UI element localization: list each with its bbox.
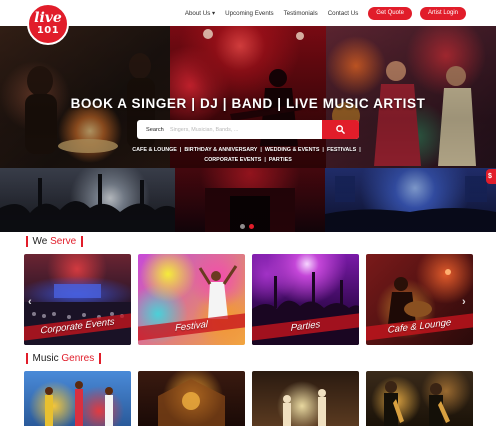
main-nav: About Us ▾ Upcoming Events Testimonials … xyxy=(185,7,466,20)
we-serve-title-part1: We xyxy=(32,236,51,247)
genre-card-classical[interactable] xyxy=(138,371,245,426)
category-corporate-events[interactable]: CORPORATE EVENTS xyxy=(204,157,261,163)
search-input[interactable] xyxy=(170,120,322,139)
card-corporate-events[interactable]: Corporate Events xyxy=(24,254,131,345)
carousel-dot-2[interactable] xyxy=(249,224,254,229)
card-festival[interactable]: Festival xyxy=(138,254,245,345)
live101-logo[interactable]: live 101 xyxy=(27,3,69,45)
carousel-next-arrow[interactable]: › xyxy=(462,296,466,308)
genre-card-theatre[interactable] xyxy=(252,371,359,426)
category-festivals[interactable]: FESTIVALS xyxy=(327,147,356,153)
logo-text-line2: 101 xyxy=(36,25,60,36)
search-label: Search xyxy=(146,126,164,133)
logo-text-line1: live xyxy=(34,10,62,26)
artist-login-button[interactable]: Artist Login xyxy=(419,7,466,20)
hero-banner: BOOK A SINGER | DJ | BAND | LIVE MUSIC A… xyxy=(0,26,496,232)
carousel-prev-arrow[interactable]: ‹ xyxy=(28,296,32,308)
music-genres-heading: Music Genres xyxy=(26,353,101,364)
temple-stage-art xyxy=(158,379,225,426)
site-header: live 101 About Us ▾ Upcoming Events Test… xyxy=(0,0,496,45)
nav-upcoming-events[interactable]: Upcoming Events xyxy=(225,10,274,17)
category-links: CAFE & LOUNGE | BIRTHDAY & ANNIVERSARY | WED… xyxy=(132,147,361,163)
carousel-dot-1[interactable] xyxy=(240,224,245,229)
category-wedding-events[interactable]: WEDDING & EVENTS xyxy=(265,147,320,153)
category-parties[interactable]: PARTIES xyxy=(269,157,292,163)
search-icon xyxy=(336,125,345,134)
search-button[interactable] xyxy=(322,120,359,139)
music-genres-title-part2: Genres xyxy=(61,353,95,364)
dancers-art xyxy=(283,389,326,426)
heading-bar-right xyxy=(99,353,101,364)
heading-bar-right xyxy=(81,236,83,247)
music-genres-title-part1: Music xyxy=(32,353,62,364)
get-quote-button[interactable]: Get Quote xyxy=(368,7,412,20)
carousel-dots xyxy=(240,224,254,229)
nav-contact-us[interactable]: Contact Us xyxy=(328,10,359,17)
genre-card-jazz[interactable] xyxy=(366,371,473,426)
saxophonists-art xyxy=(384,381,450,426)
we-serve-heading: We Serve xyxy=(26,236,83,247)
card-cafe-lounge[interactable]: Cafe & Lounge xyxy=(366,254,473,345)
hero-title: BOOK A SINGER | DJ | BAND | LIVE MUSIC A… xyxy=(70,96,426,111)
category-cafe-lounge[interactable]: CAFE & LOUNGE xyxy=(132,147,177,153)
side-quote-tab[interactable]: $ xyxy=(486,169,496,184)
genre-card-folk-dance[interactable] xyxy=(24,371,131,426)
folk-dancers-art xyxy=(45,381,113,426)
we-serve-title-part2: Serve xyxy=(50,236,77,247)
category-birthday-anniversary[interactable]: BIRTHDAY & ANNIVERSARY xyxy=(184,147,257,153)
heading-bar-left xyxy=(26,353,28,364)
nav-testimonials[interactable]: Testimonials xyxy=(284,10,318,17)
nav-about-us[interactable]: About Us ▾ xyxy=(185,10,215,17)
card-parties[interactable]: Parties xyxy=(252,254,359,345)
search-bar: Search xyxy=(137,120,359,139)
heading-bar-left xyxy=(26,236,28,247)
